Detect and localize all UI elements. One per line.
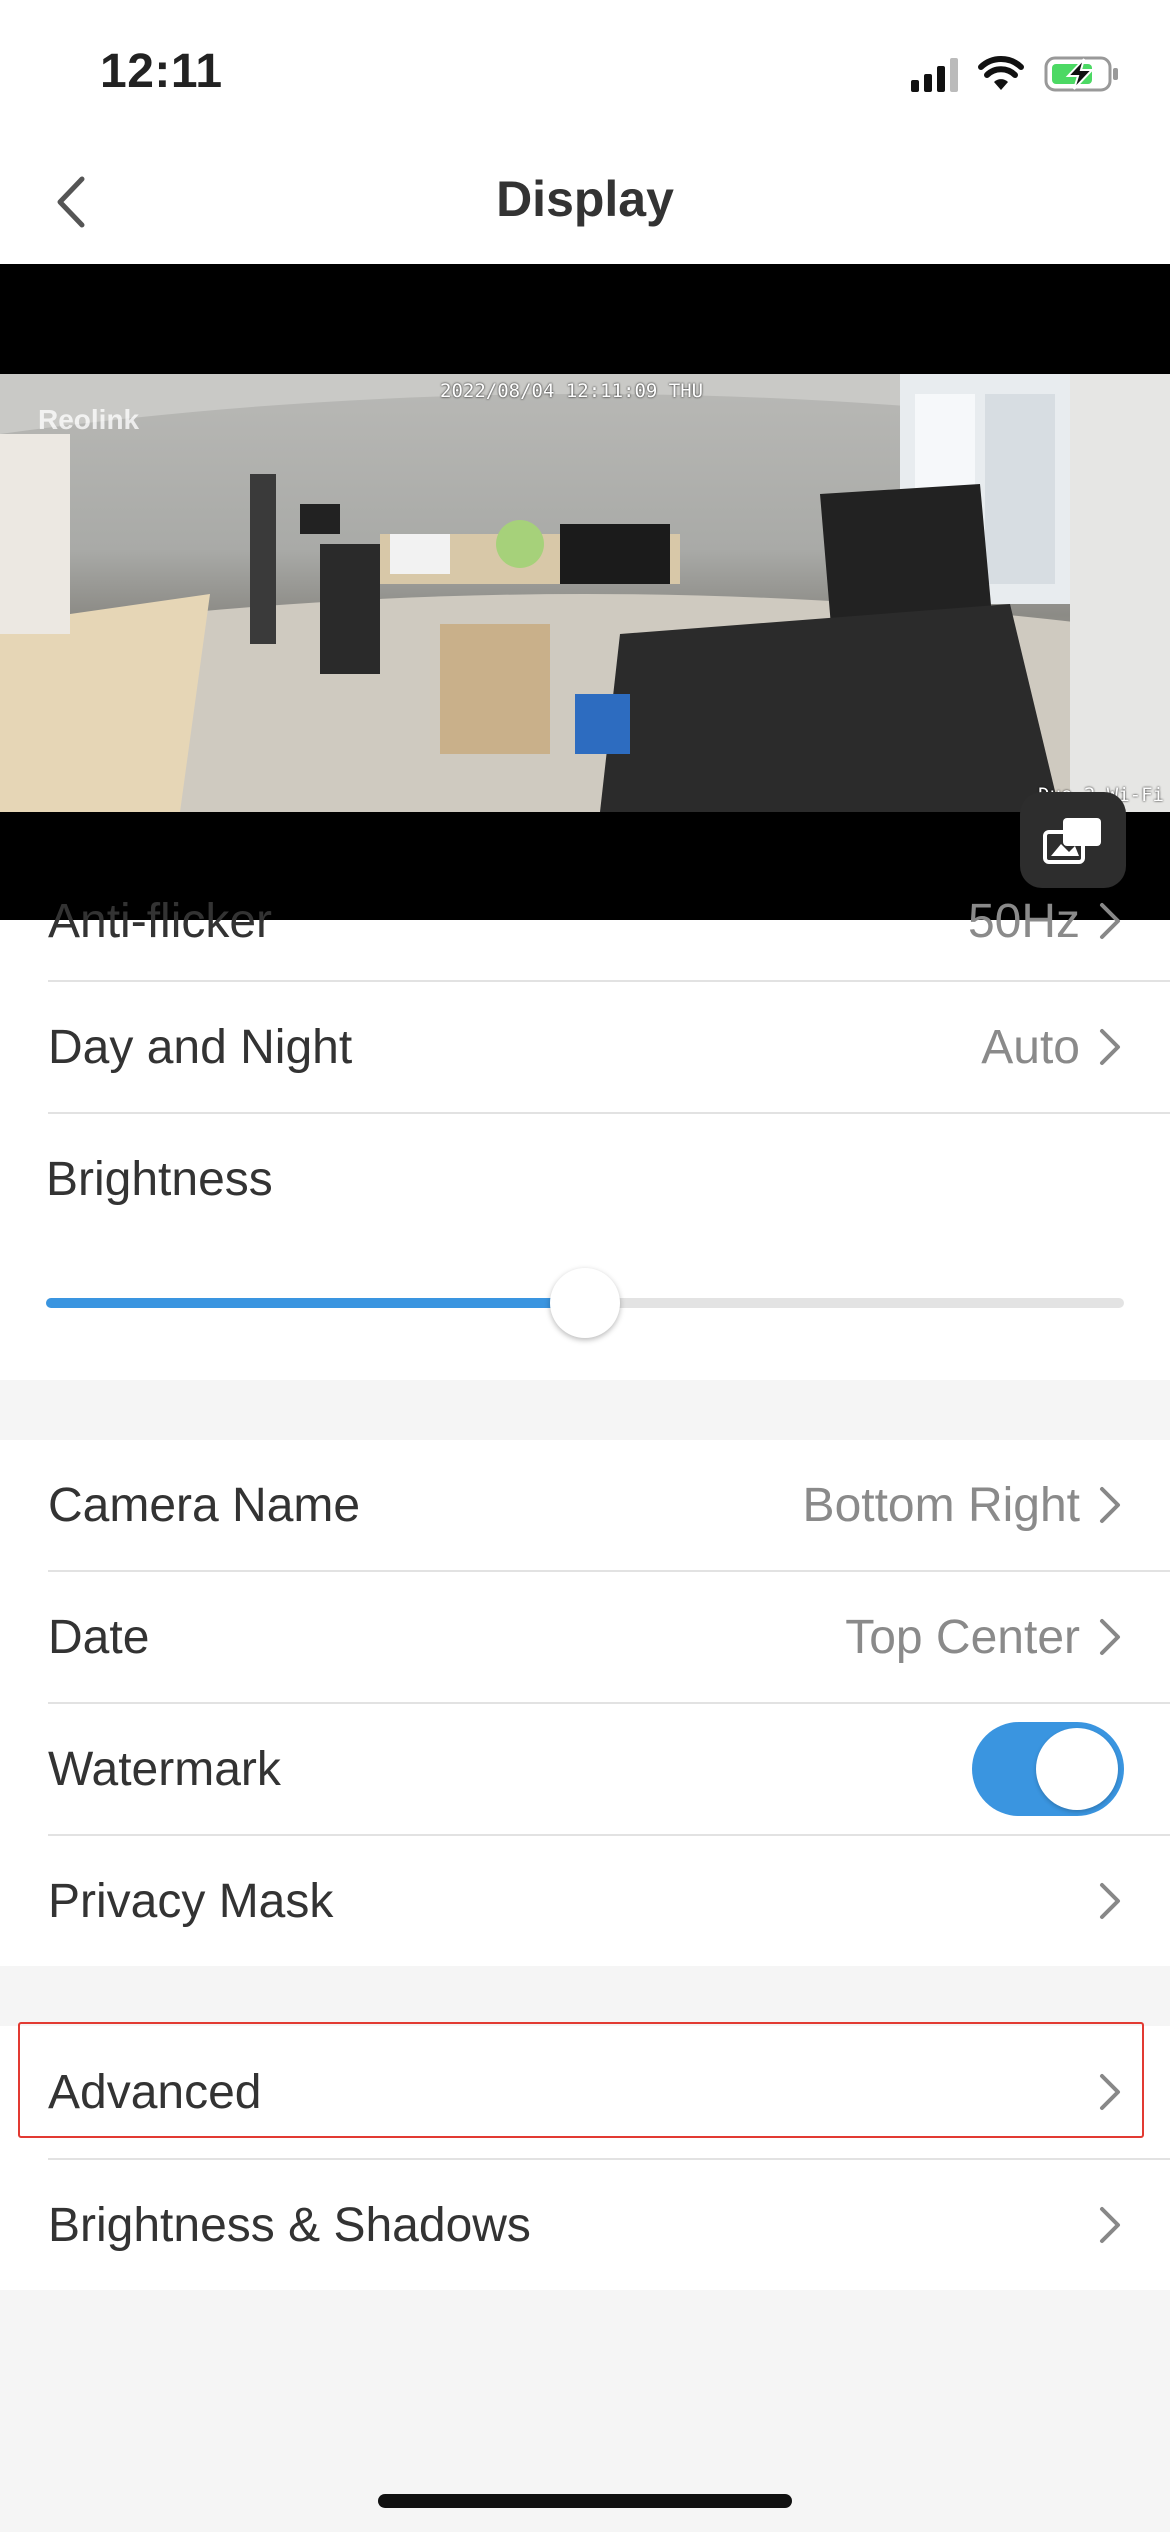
brightness-row: Brightness xyxy=(0,1114,1170,1244)
date-overlay: 2022/08/04 12:11:09 THU xyxy=(440,380,704,402)
wifi-icon xyxy=(978,56,1024,90)
chevron-right-icon xyxy=(1100,1883,1120,1919)
watermark-row: Watermark xyxy=(0,1704,1170,1834)
camera-feed: 2022/08/04 12:11:09 THU Duo 2 Wi-Fi Reol… xyxy=(0,374,1170,812)
privacy-mask-row[interactable]: Privacy Mask xyxy=(0,1836,1170,1966)
watermark-toggle[interactable] xyxy=(972,1722,1124,1816)
chevron-right-icon xyxy=(1100,2207,1120,2243)
camera-name-row[interactable]: Camera Name Bottom Right xyxy=(0,1440,1170,1570)
brightness-shadows-row[interactable]: Brightness & Shadows xyxy=(0,2160,1170,2290)
watermark-label: Watermark xyxy=(48,1742,281,1796)
chevron-right-icon xyxy=(1100,1029,1120,1065)
brightness-label: Brightness xyxy=(46,1152,273,1206)
status-bar: 12:11 xyxy=(0,0,1170,140)
highlight-box xyxy=(18,2022,1144,2138)
anti-flicker-value: 50Hz xyxy=(967,894,1080,948)
date-value: Top Center xyxy=(845,1610,1080,1664)
brightness-slider[interactable] xyxy=(46,1268,1124,1338)
video-preview[interactable]: 2022/08/04 12:11:09 THU Duo 2 Wi-Fi Reol… xyxy=(0,264,1170,920)
camera-name-value: Bottom Right xyxy=(802,1478,1080,1532)
nav-bar: Display xyxy=(0,140,1170,264)
image-settings-group: Anti-flicker 50Hz Day and Night Auto Bri… xyxy=(0,895,1170,1380)
privacy-mask-label: Privacy Mask xyxy=(48,1874,334,1928)
date-row[interactable]: Date Top Center xyxy=(0,1572,1170,1702)
anti-flicker-row[interactable]: Anti-flicker 50Hz xyxy=(0,856,1170,986)
brightness-slider-fill xyxy=(46,1298,585,1308)
status-icons xyxy=(911,50,1120,98)
brightness-shadows-label: Brightness & Shadows xyxy=(48,2198,531,2252)
anti-flicker-label: Anti-flicker xyxy=(48,894,273,948)
home-indicator xyxy=(378,2494,792,2508)
chevron-right-icon xyxy=(1100,1619,1120,1655)
chevron-right-icon xyxy=(1100,1487,1120,1523)
day-night-value: Auto xyxy=(981,1020,1080,1074)
osd-settings-group: Camera Name Bottom Right Date Top Center… xyxy=(0,1440,1170,1966)
toggle-knob xyxy=(1036,1728,1118,1810)
date-label: Date xyxy=(48,1610,150,1664)
status-time: 12:11 xyxy=(100,45,223,98)
watermark-overlay: Reolink xyxy=(38,404,140,435)
signal-icon xyxy=(911,56,958,92)
day-night-row[interactable]: Day and Night Auto xyxy=(0,982,1170,1112)
chevron-right-icon xyxy=(1100,903,1120,939)
page-title: Display xyxy=(496,171,674,227)
brightness-slider-thumb[interactable] xyxy=(550,1268,620,1338)
camera-name-label: Camera Name xyxy=(48,1478,361,1532)
day-night-label: Day and Night xyxy=(48,1020,353,1074)
battery-charging-icon xyxy=(1044,56,1118,92)
